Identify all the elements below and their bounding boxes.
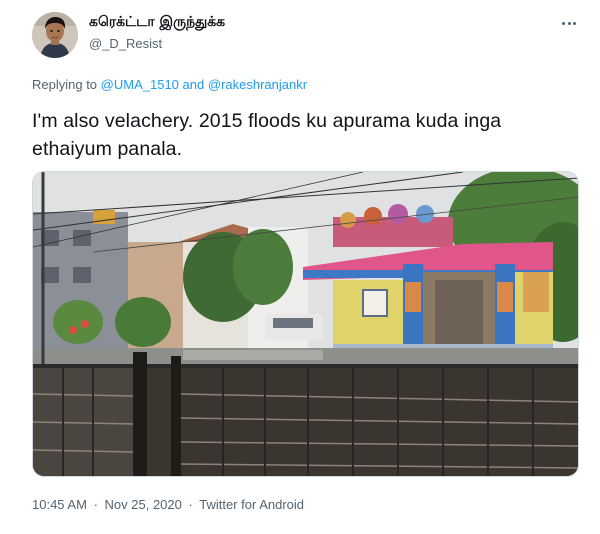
display-name[interactable]: கரெக்ட்டா இருந்துக்க [89, 14, 225, 32]
mention-link-2[interactable]: @rakeshranjankr [208, 77, 307, 92]
timestamp-line: 10:45 AM · Nov 25, 2020 · Twitter for An… [32, 497, 304, 512]
tweet-date[interactable]: Nov 25, 2020 [105, 497, 182, 512]
replying-to-line: Replying to @UMA_1510 and @rakeshranjank… [32, 77, 307, 92]
replying-to-prefix: Replying to [32, 77, 98, 92]
separator: · [188, 497, 193, 512]
more-horizontal-icon[interactable] [560, 14, 578, 32]
separator: · [93, 497, 98, 512]
tweet-time[interactable]: 10:45 AM [32, 497, 87, 512]
mention-link-1[interactable]: @UMA_1510 [101, 77, 179, 92]
tweet-source[interactable]: Twitter for Android [199, 497, 304, 512]
tweet-card: கரெக்ட்டா இருந்துக்க @_D_Resist Replying… [0, 0, 600, 534]
flooded-street-temple-photo [33, 172, 578, 476]
tweet-text: I'm also velachery. 2015 floods ku apura… [32, 110, 502, 160]
mention-conjunction: and [182, 77, 205, 92]
user-handle[interactable]: @_D_Resist [89, 36, 162, 51]
avatar-image [32, 12, 78, 58]
avatar[interactable] [32, 12, 78, 58]
tweet-photo[interactable] [32, 171, 579, 477]
